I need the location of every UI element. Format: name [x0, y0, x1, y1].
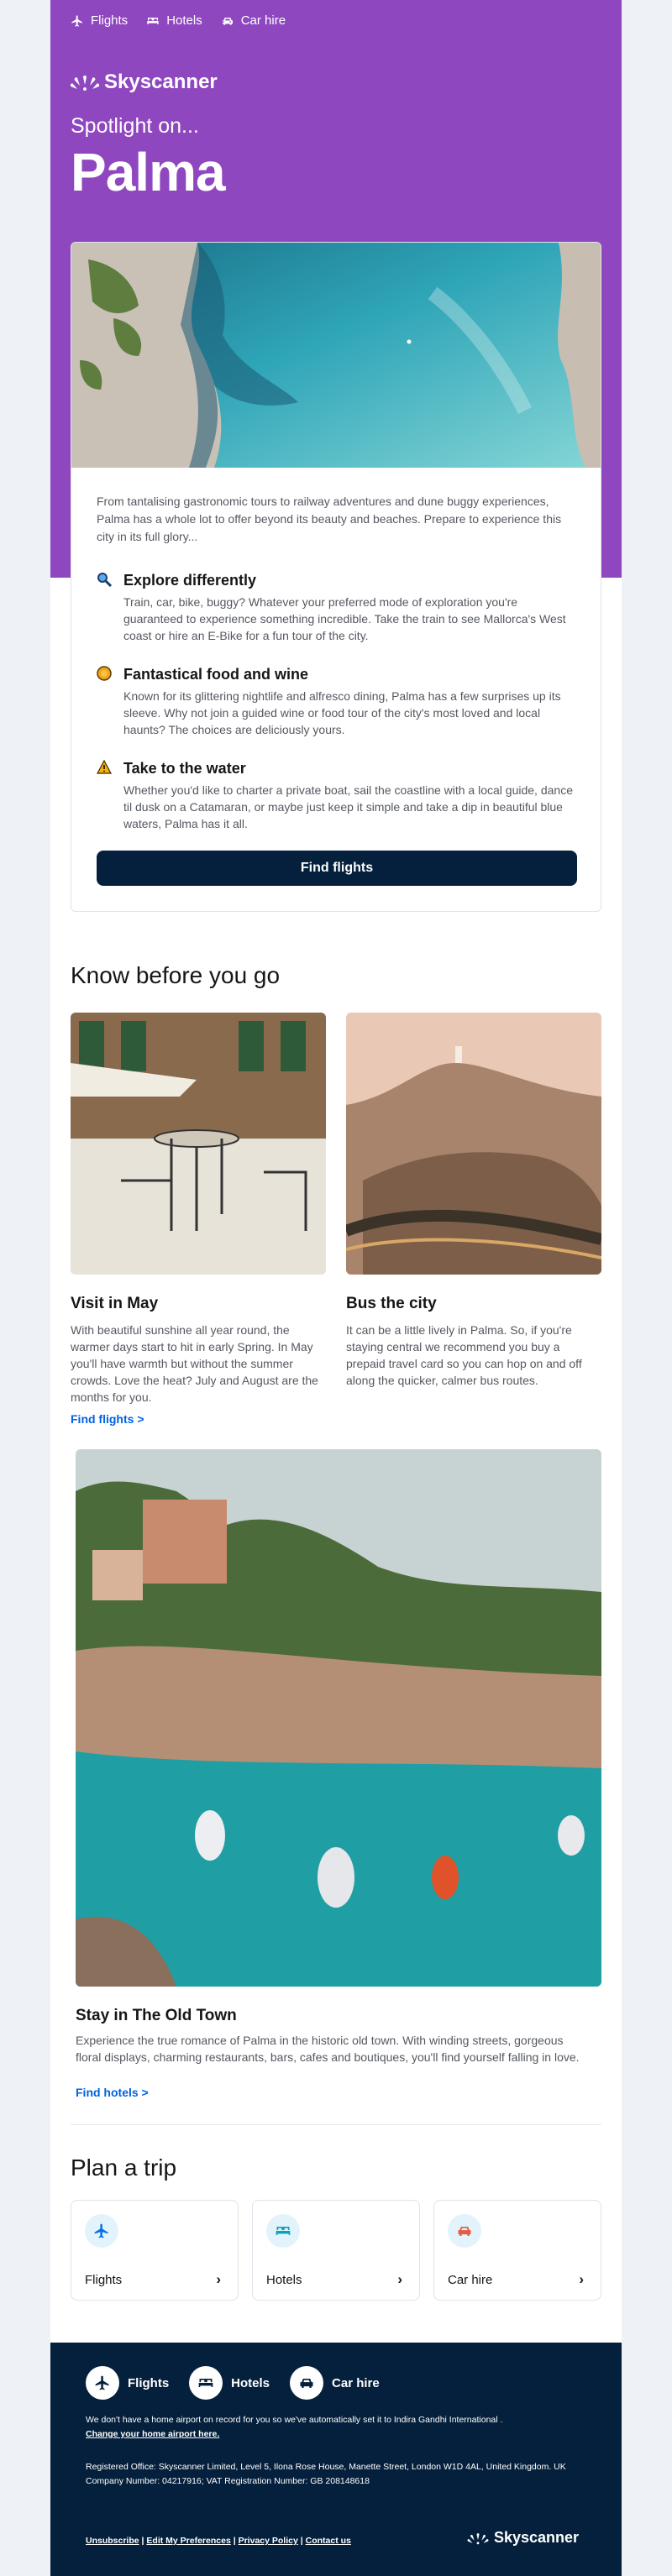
car-icon — [458, 2227, 471, 2236]
car-icon — [222, 17, 233, 25]
sunrise-icon — [467, 2532, 489, 2544]
feature-water: Take to the water Whether you'd like to … — [97, 758, 577, 832]
magnifier-icon — [97, 573, 112, 587]
link-separator: | — [141, 2536, 144, 2546]
footer-nav-car-hire[interactable]: Car hire — [290, 2366, 380, 2400]
footer-nav-label: Car hire — [332, 2375, 380, 2390]
visit-may-title: Visit in May — [71, 1295, 159, 1312]
top-nav-flights[interactable]: Flights — [71, 13, 128, 28]
footer-links: Unsubscribe | Edit My Preferences | Priv… — [86, 2536, 351, 2546]
top-nav-hotels[interactable]: Hotels — [146, 13, 202, 28]
plan-icon-circle — [266, 2214, 300, 2248]
plane-icon — [94, 2223, 108, 2238]
plan-icon-circle — [448, 2214, 481, 2248]
skyscanner-logo[interactable]: Skyscanner — [71, 71, 218, 94]
registered-office: Registered Office: Skyscanner Limited, L… — [86, 2462, 566, 2486]
find-hotels-link[interactable]: Find hotels > — [76, 2086, 149, 2099]
plan-card-label: Flights — [85, 2273, 123, 2287]
change-airport-link[interactable]: Change your home airport here. — [86, 2429, 219, 2439]
edit-preferences-link[interactable]: Edit My Preferences — [146, 2536, 230, 2546]
footer-icon-circle — [290, 2366, 324, 2400]
feature-title: Take to the water — [123, 760, 246, 777]
feature-explore: Explore differently Train, car, bike, bu… — [97, 570, 577, 644]
top-nav-flights-label: Flights — [91, 13, 129, 28]
airport-note-block: We don't have a home airport on record f… — [86, 2413, 590, 2442]
bed-icon — [276, 2227, 291, 2235]
feature-text: Known for its glittering nightlife and a… — [123, 689, 561, 736]
contact-us-link[interactable]: Contact us — [306, 2536, 351, 2546]
cafe-terrace-image — [71, 1013, 326, 1275]
car-icon — [300, 2379, 313, 2388]
intro-paragraph: From tantalising gastronomic tours to ra… — [97, 495, 562, 543]
unsubscribe-link[interactable]: Unsubscribe — [86, 2536, 139, 2546]
privacy-policy-link[interactable]: Privacy Policy — [239, 2536, 298, 2546]
bus-city-text: It can be a little lively in Palma. So, … — [346, 1323, 582, 1387]
top-nav-hotels-label: Hotels — [166, 13, 202, 28]
coastal-road-image — [346, 1013, 601, 1275]
footer: Flights Hotels Car hire We don't have a … — [50, 2343, 622, 2576]
feature-text: Whether you'd like to charter a private … — [123, 783, 573, 830]
plan-card-car-hire[interactable]: Car hire › — [433, 2200, 601, 2301]
feature-title: Explore differently — [123, 572, 257, 589]
plan-card-label: Car hire — [448, 2273, 493, 2287]
footer-nav-label: Flights — [128, 2375, 170, 2390]
top-nav-car-hire-label: Car hire — [240, 13, 286, 28]
find-flights-link[interactable]: Find flights > — [71, 1412, 144, 1426]
hero-city-title: Palma — [71, 142, 226, 202]
spotlight-card: From tantalising gastronomic tours to ra… — [71, 242, 601, 912]
footer-nav: Flights Hotels Car hire — [86, 2366, 380, 2400]
know-before-title: Know before you go — [71, 962, 281, 988]
plan-card-hotels[interactable]: Hotels › — [252, 2200, 420, 2301]
hero-kicker: Spotlight on... — [71, 114, 199, 138]
warning-icon — [97, 760, 112, 774]
chevron-right-icon: › — [397, 2271, 402, 2287]
chevron-right-icon: › — [216, 2271, 221, 2287]
link-separator: | — [233, 2536, 236, 2546]
footer-skyscanner-logo[interactable]: Skyscanner — [467, 2529, 579, 2547]
link-separator: | — [300, 2536, 303, 2546]
airport-note: We don't have a home airport on record f… — [86, 2415, 503, 2425]
sunrise-icon — [71, 76, 99, 91]
bed-icon — [147, 17, 159, 24]
top-nav: Flights Hotels Car hire — [71, 13, 286, 28]
footer-nav-label: Hotels — [231, 2375, 270, 2390]
plan-card-label: Hotels — [266, 2273, 302, 2287]
chevron-right-icon: › — [579, 2271, 584, 2287]
section-divider — [71, 2124, 601, 2125]
coastline-aerial-image — [71, 243, 601, 468]
email-container: Flights Hotels Car hire Skyscanner Spotl… — [50, 0, 622, 2576]
find-flights-button[interactable]: Find flights — [97, 851, 577, 886]
plane-icon — [95, 2375, 109, 2390]
footer-icon-circle — [189, 2366, 223, 2400]
feature-food: Fantastical food and wine Known for its … — [97, 664, 577, 738]
food-icon — [97, 666, 112, 681]
feature-text: Train, car, bike, buggy? Whatever your p… — [123, 595, 566, 642]
plan-trip-title: Plan a trip — [71, 2155, 177, 2181]
logo-text: Skyscanner — [494, 2529, 580, 2546]
feature-title: Fantastical food and wine — [123, 666, 309, 683]
footer-nav-flights[interactable]: Flights — [86, 2366, 169, 2400]
footer-nav-hotels[interactable]: Hotels — [189, 2366, 270, 2400]
logo-text: Skyscanner — [104, 71, 218, 93]
old-town-title: Stay in The Old Town — [76, 2007, 237, 2024]
bed-icon — [198, 2379, 213, 2387]
bus-city-title: Bus the city — [346, 1295, 437, 1312]
plan-card-flights[interactable]: Flights › — [71, 2200, 239, 2301]
old-town-cove-image — [76, 1449, 601, 1987]
visit-may-text: With beautiful sunshine all year round, … — [71, 1323, 318, 1404]
plane-icon — [71, 14, 82, 27]
plan-icon-circle — [85, 2214, 118, 2248]
old-town-text: Experience the true romance of Palma in … — [76, 2034, 580, 2064]
footer-icon-circle — [86, 2366, 119, 2400]
top-nav-car-hire[interactable]: Car hire — [221, 13, 286, 28]
